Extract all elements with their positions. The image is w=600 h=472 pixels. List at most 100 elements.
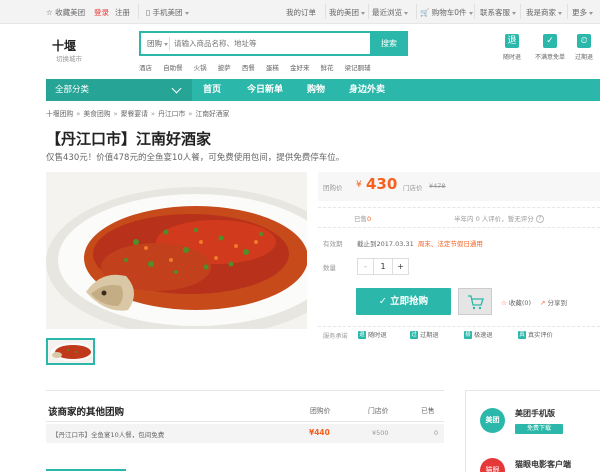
deal-main-image — [46, 172, 307, 329]
section-title: 该商家的其他团购 — [48, 407, 125, 418]
search-category-select[interactable]: 团购 — [147, 38, 168, 49]
breadcrumb-item[interactable]: 丹江口市 — [158, 110, 185, 118]
mobile-link[interactable]: ▯ 手机美团 — [146, 7, 189, 18]
chevron-down-icon — [171, 83, 182, 94]
price-row: 团购价 ¥ 430 门店价 ¥478 — [318, 172, 600, 201]
share-button[interactable]: ↗ 分享到 — [540, 297, 567, 307]
deal-info-panel: 团购价 ¥ 430 门店价 ¥478 已售0 半年内 0 人评价，暂无评分 ? … — [318, 172, 600, 325]
breadcrumb: 十堰团购» 美食团购» 聚餐宴请» 丹江口市» 江南好酒家 — [46, 110, 230, 118]
share-icon: ↗ — [540, 299, 546, 307]
service-guarantees: 服务承诺 退随时退 过过期退 极极速退 真真实评价 — [318, 326, 600, 343]
hot-link[interactable]: 酒店 — [139, 64, 152, 72]
nav-shopping[interactable]: 购物 — [307, 79, 325, 101]
caret-down-icon — [184, 11, 189, 15]
hot-link[interactable]: 梁记胴辅 — [345, 64, 371, 72]
header-badge-refund[interactable]: 退 随时退 — [492, 34, 532, 61]
search-button[interactable]: 搜索 — [370, 31, 408, 56]
check-icon: ✓ — [378, 296, 387, 307]
cart-icon — [468, 295, 484, 310]
deal-thumbnail[interactable] — [46, 338, 95, 365]
hot-link[interactable]: 西餐 — [242, 64, 255, 72]
original-price: ¥500 — [372, 429, 389, 437]
buy-now-button[interactable]: ✓ 立即抢购 — [356, 288, 451, 315]
hot-link[interactable]: 自助餐 — [163, 64, 183, 72]
city-name: 十堰 — [52, 39, 77, 53]
nav-today-new[interactable]: 今日新单 — [247, 79, 283, 101]
meituan-app-icon: 美团 — [480, 408, 505, 433]
breadcrumb-item[interactable]: 十堰团购 — [46, 110, 73, 118]
divider — [416, 4, 417, 19]
help-icon: ? — [535, 215, 544, 223]
hot-link[interactable]: 金好来 — [290, 64, 310, 72]
refund-icon: 退 — [358, 331, 366, 339]
expire-refund-icon: ⏲ — [577, 34, 591, 48]
divider — [520, 4, 521, 19]
check-icon: ✓ — [543, 34, 557, 48]
validity-text: 截止到2017.03.31 周末、法定节假日通用 — [357, 240, 483, 248]
other-deals-section: 该商家的其他团购 团购价 门店价 已售 【丹江口市】全鱼宴10人餐，包间免费 ¥… — [46, 390, 444, 472]
favorite-site-link[interactable]: ☆ 收藏美团 — [46, 7, 85, 18]
favorite-button[interactable]: ☆ 收藏(0) — [501, 297, 531, 307]
caret-down-icon — [589, 11, 593, 15]
table-row[interactable]: 【丹江口市】全鱼宴10人餐，包间免费 ¥440 ¥500 0 — [46, 424, 444, 443]
my-meituan-menu[interactable]: 我的美团 — [329, 7, 365, 18]
expire-refund-icon: 过 — [410, 331, 418, 339]
verified-review-icon: 真 — [518, 331, 526, 339]
deal-description: 仅售430元！价值478元的全鱼宴10人餐，可免费使用包间，提供免费停车位。 — [46, 153, 345, 163]
app-name: 猫眼电影客户端 — [515, 460, 571, 469]
cart-link[interactable]: 🛒 购物车0件 — [420, 7, 473, 18]
my-orders-link[interactable]: 我的订单 — [286, 7, 316, 18]
divider — [318, 207, 600, 208]
maoyan-app-icon: 猫眼 — [480, 458, 505, 472]
deal-price: ¥440 — [309, 428, 330, 437]
quantity-input[interactable]: 1 — [374, 259, 392, 274]
nav-home[interactable]: 首页 — [203, 79, 221, 101]
service-menu[interactable]: 联系客服 — [480, 7, 516, 18]
price-currency: ¥ — [356, 180, 362, 190]
price-label: 团购价 — [323, 184, 343, 192]
search-input[interactable] — [174, 35, 374, 52]
divider — [474, 4, 475, 19]
header-badge-expire-refund[interactable]: ⏲ 过期退 — [568, 34, 600, 61]
nav-delivery[interactable]: 身边外卖 — [349, 79, 385, 101]
column-header: 团购价 — [310, 407, 331, 415]
guarantee-item: 真真实评价 — [518, 331, 553, 339]
register-link[interactable]: 注册 — [115, 7, 130, 18]
hot-link[interactable]: 蛋糕 — [266, 64, 279, 72]
all-categories-menu[interactable]: 全部分类 — [46, 79, 192, 101]
download-app-button[interactable]: 免费下载 — [515, 424, 563, 434]
fish-dish-thumbnail-image — [48, 340, 93, 363]
breadcrumb-current: 江南好酒家 — [195, 110, 230, 118]
guarantee-item: 退随时退 — [358, 331, 387, 339]
login-link[interactable]: 登录 — [94, 7, 109, 18]
hot-link[interactable]: 鲜花 — [321, 64, 334, 72]
hot-link[interactable]: 披萨 — [218, 64, 231, 72]
add-to-cart-button[interactable] — [458, 288, 492, 315]
sold-count: 0 — [434, 429, 439, 437]
more-menu[interactable]: 更多 — [572, 7, 593, 18]
merchant-menu[interactable]: 我是商家 — [526, 7, 562, 18]
recent-menu[interactable]: 最近浏览 — [372, 7, 408, 18]
refund-icon: 退 — [505, 34, 519, 48]
quantity-minus-button[interactable]: - — [358, 259, 374, 274]
column-header: 门店价 — [368, 407, 389, 415]
quantity-plus-button[interactable]: + — [392, 259, 408, 274]
app-name: 美团手机版 — [515, 409, 555, 418]
original-price: ¥478 — [429, 182, 446, 190]
header-badge-satisfaction[interactable]: ✓ 不满意免单 — [530, 34, 570, 61]
hot-search-links: 酒店 自助餐 火锅 披萨 西餐 蛋糕 金好来 鲜花 梁记胴辅 — [139, 62, 380, 72]
quantity-label: 数量 — [323, 264, 336, 272]
breadcrumb-item[interactable]: 美食团购 — [83, 110, 110, 118]
caret-down-icon — [361, 11, 365, 15]
switch-city-link[interactable]: 切换城市 — [56, 53, 82, 63]
top-bar: ☆ 收藏美团 登录 注册 ▯ 手机美团 我的订单 我的美团 最近浏览 🛒 购物车… — [0, 0, 600, 24]
caret-down-icon — [512, 11, 516, 15]
guarantee-item: 极极速退 — [464, 331, 493, 339]
hot-link[interactable]: 火锅 — [194, 64, 207, 72]
divider — [567, 4, 568, 19]
divider — [325, 4, 326, 19]
rating-summary[interactable]: 半年内 0 人评价，暂无评分 ? — [454, 213, 544, 223]
deal-name-link[interactable]: 【丹江口市】全鱼宴10人餐，包间免费 — [52, 429, 164, 439]
caret-down-icon — [164, 42, 168, 46]
breadcrumb-item[interactable]: 聚餐宴请 — [121, 110, 148, 118]
